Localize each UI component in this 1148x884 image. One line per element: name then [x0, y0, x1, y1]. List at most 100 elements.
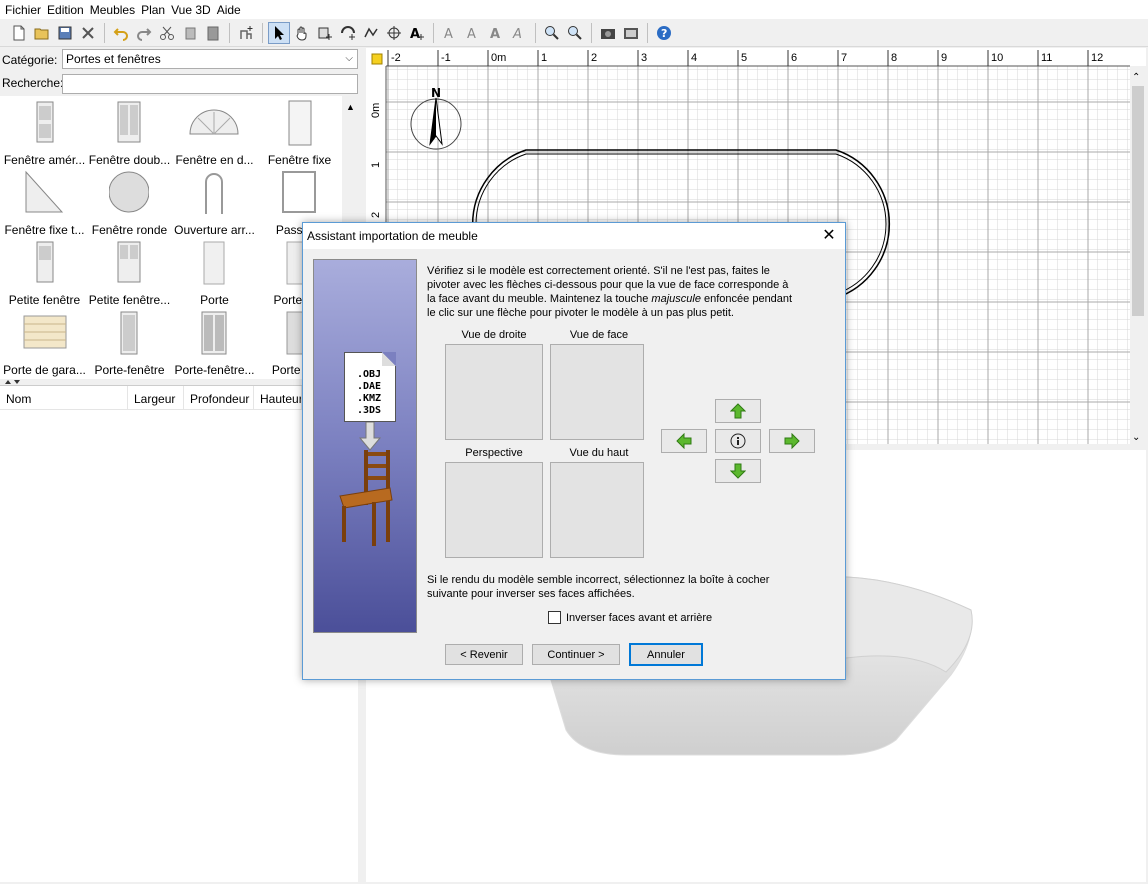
zoom-out-icon[interactable] [564, 22, 586, 44]
catalog-item[interactable]: Fenêtre doub... [87, 98, 172, 168]
chevron-down-icon[interactable]: ⌄ [1132, 432, 1140, 443]
bold-icon[interactable]: A [485, 22, 507, 44]
double-window-icon [117, 101, 141, 143]
arrow-down-icon [730, 463, 746, 479]
continue-button[interactable]: Continuer > [532, 644, 620, 665]
rotate-left-button[interactable] [661, 429, 707, 453]
rotate-up-button[interactable] [715, 399, 761, 423]
view-label-front: Vue de face [569, 329, 629, 341]
ruler-x-label: 1 [541, 52, 547, 64]
menu-edition[interactable]: Edition [44, 3, 87, 17]
select-icon[interactable] [268, 21, 290, 44]
info-button[interactable] [715, 429, 761, 453]
catalog-item[interactable]: Fenêtre fixe t... [2, 168, 87, 238]
column-header-profondeur[interactable]: Profondeur [184, 386, 254, 409]
rotate-right-button[interactable] [769, 429, 815, 453]
catalog-item[interactable]: Fenêtre fixe [257, 98, 342, 168]
photo-icon[interactable] [597, 22, 619, 44]
copy-icon[interactable] [179, 22, 201, 44]
create-polylines-icon[interactable] [360, 22, 382, 44]
catalog-item-label: Porte-fenêtre [94, 363, 165, 377]
ruler-x-label: 7 [841, 52, 847, 64]
rotate-down-button[interactable] [715, 459, 761, 483]
lock-icon[interactable] [371, 53, 383, 65]
catalog-item[interactable]: Porte-fenêtre... [172, 308, 257, 378]
cut-icon[interactable] [156, 22, 178, 44]
menu-meubles[interactable]: Meubles [87, 3, 138, 17]
catalog-item[interactable]: Fenêtre ronde [87, 168, 172, 238]
menu-aide[interactable]: Aide [214, 3, 244, 17]
catalog-item-label: Porte de gara... [3, 363, 86, 377]
italic-icon[interactable]: A [508, 22, 530, 44]
chevron-up-icon[interactable]: ⌃ [1132, 72, 1140, 83]
horizontal-ruler: -2 -1 0m 1 2 3 4 5 6 7 8 9 10 11 12 [387, 50, 1103, 66]
format-obj: .OBJ [357, 369, 382, 380]
checkbox-box[interactable] [548, 611, 561, 624]
pan-icon[interactable] [291, 22, 313, 44]
column-header-largeur[interactable]: Largeur [128, 386, 184, 409]
save-icon[interactable] [54, 22, 76, 44]
close-icon[interactable]: ✕ [819, 226, 839, 246]
format-kmz: .KMZ [357, 393, 382, 404]
fixed-window-icon [288, 100, 312, 146]
chevron-up-icon[interactable]: ▲ [346, 102, 355, 112]
cancel-button[interactable]: Annuler [629, 643, 703, 666]
catalog-item[interactable]: Porte [172, 238, 257, 308]
ruler-x-label: 11 [1041, 52, 1052, 64]
create-dimensions-icon[interactable] [383, 22, 405, 44]
import-furniture-dialog: Assistant importation de meuble ✕ .OBJ .… [302, 222, 846, 680]
view-top-preview[interactable] [550, 462, 644, 558]
ruler-x-label: -2 [391, 52, 401, 64]
catalog-item-label: Fenêtre fixe t... [4, 223, 85, 237]
view-perspective-preview[interactable] [445, 462, 543, 558]
view-front-preview[interactable] [550, 344, 644, 440]
video-icon[interactable] [620, 22, 642, 44]
category-select[interactable]: Portes et fenêtres ⌵ [62, 49, 358, 69]
create-walls-icon[interactable] [337, 22, 359, 44]
new-file-icon[interactable] [8, 22, 30, 44]
menu-plan[interactable]: Plan [138, 3, 168, 17]
paste-icon[interactable] [202, 22, 224, 44]
small-window-icon [36, 241, 54, 283]
ruler-x-label: 0m [491, 52, 506, 64]
view-label-right: Vue de droite [461, 329, 527, 341]
arched-opening-icon [205, 173, 223, 214]
svg-text:A: A [444, 27, 453, 41]
redo-icon[interactable] [133, 22, 155, 44]
search-input[interactable] [62, 74, 358, 94]
menu-vue3d[interactable]: Vue 3D [168, 3, 214, 17]
help-icon[interactable]: ? [653, 22, 675, 44]
menu-fichier[interactable]: Fichier [2, 3, 44, 17]
file-format-icon: .OBJ .DAE .KMZ .3DS [344, 352, 396, 422]
catalog-item[interactable]: Fenêtre amér... [2, 98, 87, 168]
catalog-item[interactable]: Porte-fenêtre [87, 308, 172, 378]
catalog-item[interactable]: Petite fenêtre... [87, 238, 172, 308]
catalog-item[interactable]: Ouverture arr... [172, 168, 257, 238]
catalog-item[interactable]: Petite fenêtre [2, 238, 87, 308]
instructions-text: Vérifiez si le modèle est correctement o… [427, 264, 795, 320]
add-furniture-icon[interactable] [235, 22, 257, 44]
add-text-icon[interactable]: A [406, 22, 428, 44]
column-header-nom[interactable]: Nom [0, 386, 128, 409]
undo-icon[interactable] [110, 22, 132, 44]
toolbar: A A A A A ? [0, 19, 1148, 47]
catalog-item[interactable]: Porte de gara... [2, 308, 87, 378]
increase-text-icon[interactable]: A [462, 22, 484, 44]
instructions-emphasis: majuscule [651, 293, 701, 305]
create-rooms-icon[interactable] [314, 22, 336, 44]
open-icon[interactable] [31, 22, 53, 44]
invert-faces-checkbox[interactable]: Inverser faces avant et arrière [548, 611, 712, 624]
svg-text:A: A [467, 27, 476, 41]
door-icon [203, 241, 225, 285]
ruler-x-label: 6 [791, 52, 797, 64]
column-header-hauteur[interactable]: Hauteur [254, 386, 302, 409]
zoom-in-icon[interactable] [541, 22, 563, 44]
back-button[interactable]: < Revenir [445, 644, 523, 665]
preferences-icon[interactable] [77, 22, 99, 44]
plan-scrollbar-thumb[interactable] [1132, 86, 1144, 316]
compass-label: N [431, 86, 441, 100]
catalog-item[interactable]: Fenêtre en d... [172, 98, 257, 168]
view-right-preview[interactable] [445, 344, 543, 440]
modify-text-icon[interactable]: A [439, 22, 461, 44]
arrow-up-icon [730, 403, 746, 419]
